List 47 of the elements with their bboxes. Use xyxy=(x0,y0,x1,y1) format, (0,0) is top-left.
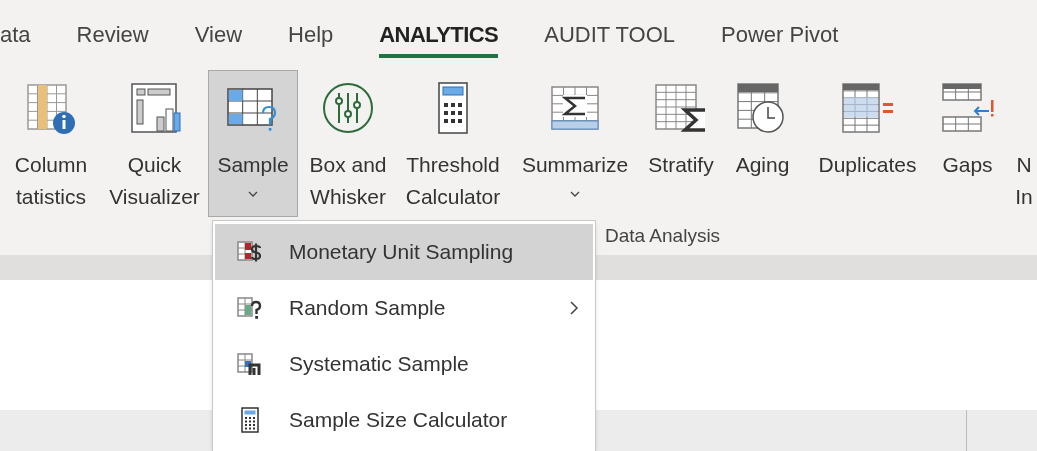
button-label: Threshold xyxy=(406,152,500,178)
ribbon-button[interactable]: Gaps xyxy=(931,70,1004,217)
button-label: Gaps xyxy=(942,152,993,178)
button-label: Box and xyxy=(309,152,387,178)
ribbon-tab[interactable]: View xyxy=(194,12,243,58)
ribbon-button[interactable]: Sample xyxy=(208,70,298,217)
ribbon-button[interactable]: Stratify xyxy=(641,70,721,217)
button-label: Summarize xyxy=(521,152,629,178)
button-label: Whisker xyxy=(310,184,386,210)
ribbon-tab[interactable]: Help xyxy=(288,12,334,58)
ribbon-tab[interactable]: Review xyxy=(76,12,149,58)
table-question-icon xyxy=(237,295,263,321)
button-label: Visualizer xyxy=(109,184,200,210)
ribbon-button[interactable]: Box and Whisker xyxy=(299,70,397,217)
button-label: In xyxy=(1015,184,1033,210)
ribbon-button[interactable]: Threshold Calculator xyxy=(397,70,509,217)
ribbon-button[interactable]: Summarize xyxy=(509,70,641,217)
ribbon-button[interactable]: Duplicates xyxy=(804,70,931,217)
ribbon-tab[interactable]: ata xyxy=(0,12,31,58)
button-label: tatistics xyxy=(16,184,86,210)
chevron-down-icon xyxy=(570,191,580,197)
slider-circle-icon xyxy=(321,81,375,135)
table-sigma-icon xyxy=(654,81,708,135)
ribbon-button[interactable]: Column tatistics xyxy=(0,70,102,217)
ribbon-tab[interactable]: AUDIT TOOL xyxy=(544,12,676,58)
table-dollar-icon xyxy=(237,239,263,265)
chevron-down-icon xyxy=(248,191,258,197)
button-label: Sample xyxy=(217,152,289,178)
button-label: Stratify xyxy=(648,152,714,178)
ribbon-button[interactable]: Aging xyxy=(721,70,804,217)
button-label: Aging xyxy=(735,152,790,178)
ribbon-button[interactable]: N In xyxy=(1004,70,1037,217)
ribbon-tab[interactable]: Power Pivot xyxy=(721,12,839,58)
button-label: Calculator xyxy=(405,184,501,210)
ribbon-button[interactable]: Quick Visualizer xyxy=(102,70,207,217)
menu-item[interactable]: Monetary Unit Sampling xyxy=(215,224,593,280)
button-label: Quick xyxy=(127,152,182,178)
table-equals-icon xyxy=(840,81,895,135)
button-label: Duplicates xyxy=(818,152,917,178)
table-info-icon xyxy=(24,81,78,135)
group-label: Data Analysis xyxy=(605,223,721,248)
ribbon-tab[interactable]: ANALYTICS xyxy=(379,12,499,58)
chevron-right-icon xyxy=(569,300,579,316)
table-letter-icon xyxy=(237,351,263,377)
table-gap-icon xyxy=(940,81,995,135)
button-label: Column xyxy=(14,152,88,178)
button-label: N xyxy=(1016,152,1032,178)
